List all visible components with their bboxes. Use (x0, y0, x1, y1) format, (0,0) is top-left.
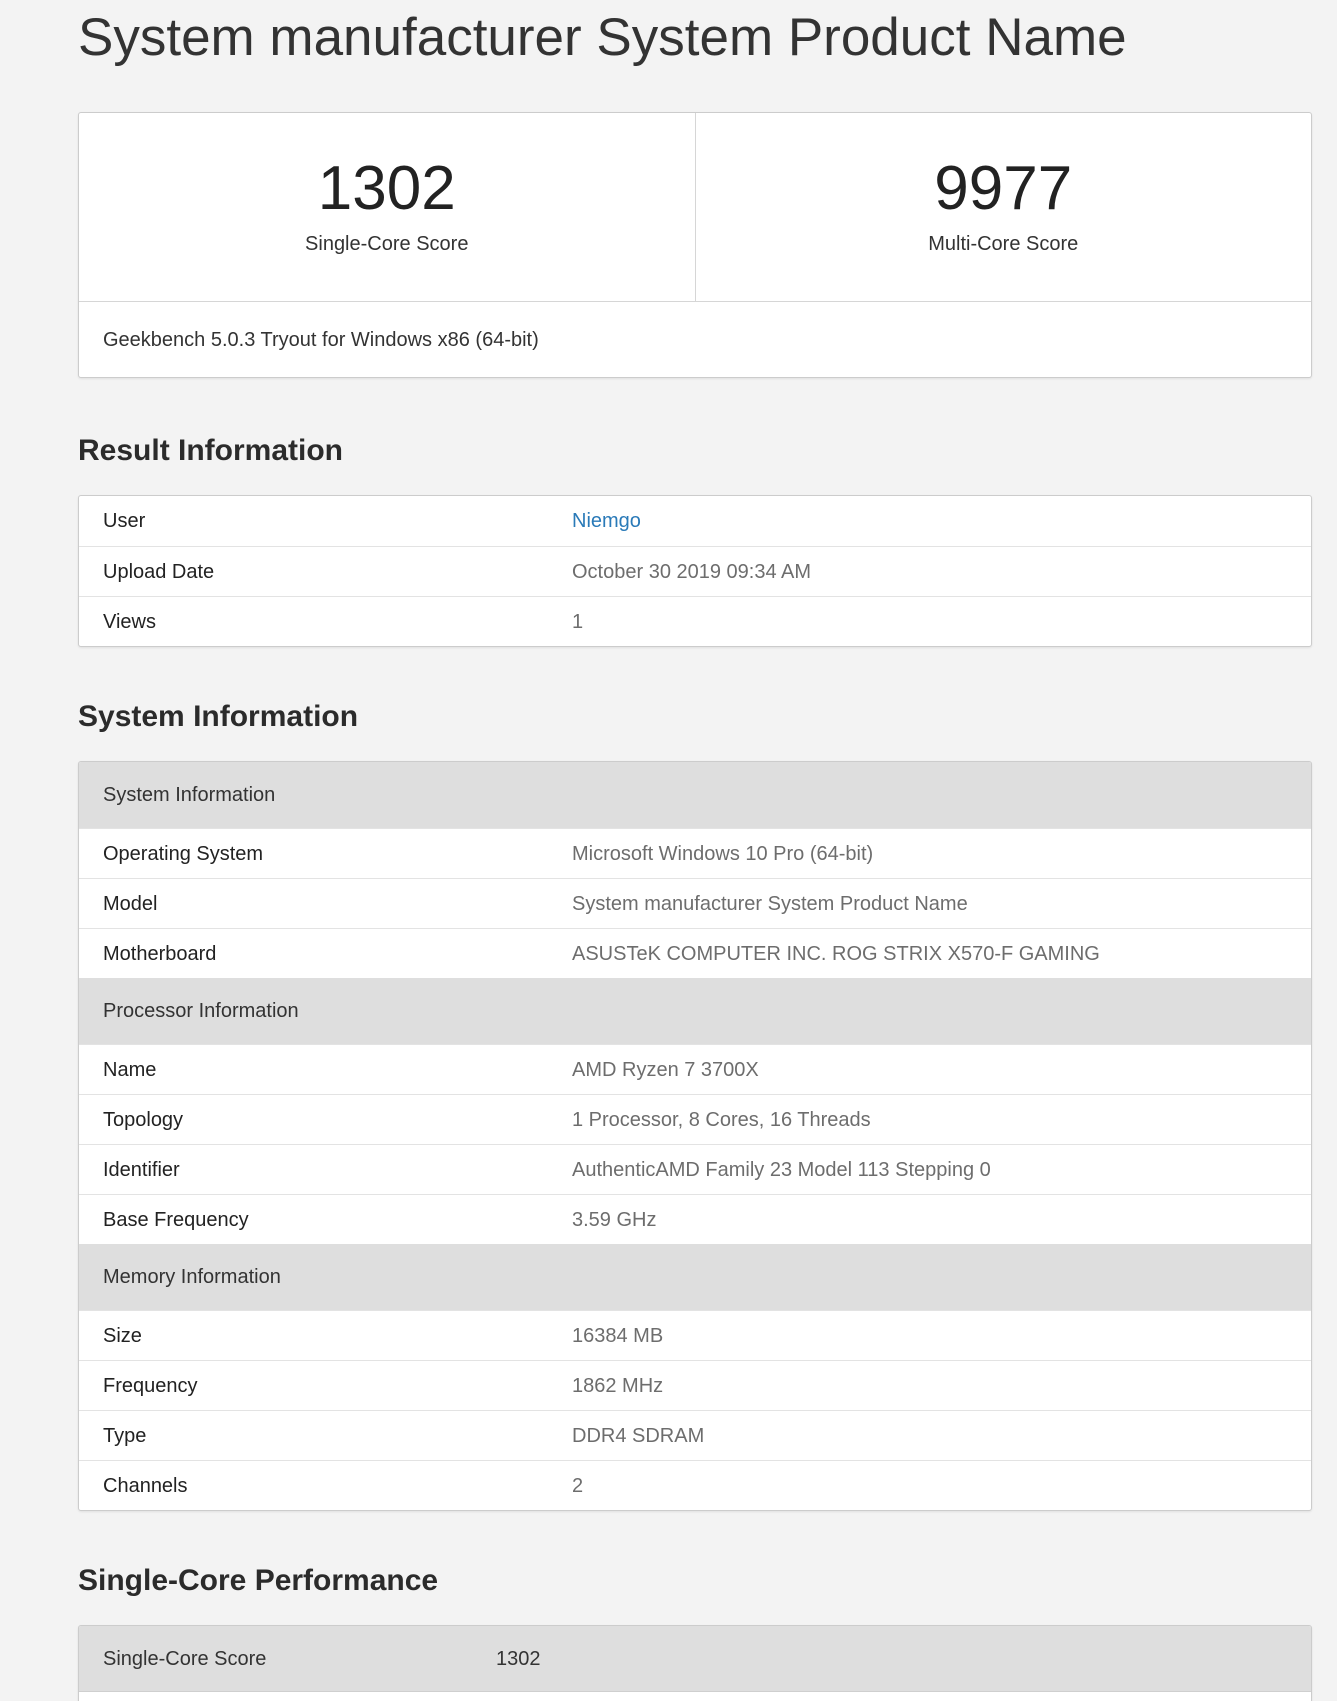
table-row: User Niemgo (79, 496, 1311, 546)
table-row: Base Frequency 3.59 GHz (79, 1194, 1311, 1244)
multi-core-score-cell: 9977 Multi-Core Score (694, 113, 1312, 301)
table-row: Operating System Microsoft Windows 10 Pr… (79, 828, 1311, 878)
row-value: ASUSTeK COMPUTER INC. ROG STRIX X570-F G… (572, 943, 1100, 965)
row-value: 1 Processor, 8 Cores, 16 Threads (572, 1109, 871, 1131)
row-key: User (103, 510, 146, 532)
row-key: Frequency (103, 1375, 198, 1397)
system-information-heading: System Information (78, 700, 359, 733)
row-key: Upload Date (103, 561, 215, 583)
table-row: Views 1 (79, 596, 1311, 646)
row-value: October 30 2019 09:34 AM (572, 561, 812, 583)
single-core-score-label: Single-Core Score (305, 233, 469, 255)
table-row: Frequency 1862 MHz (79, 1360, 1311, 1410)
row-key: Model (103, 893, 158, 915)
row-value: 1 (572, 611, 584, 633)
score-row: 1302 Single-Core Score 9977 Multi-Core S… (79, 113, 1311, 302)
table-row: Motherboard ASUSTeK COMPUTER INC. ROG ST… (79, 928, 1311, 978)
row-key: Type (103, 1425, 147, 1447)
single-core-score-row: Single-Core Score 1302 (79, 1626, 1311, 1692)
row-key: Operating System (103, 843, 264, 865)
single-core-performance-table: Single-Core Score 1302 (78, 1625, 1312, 1701)
row-key: Motherboard (103, 943, 217, 965)
row-value: AuthenticAMD Family 23 Model 113 Steppin… (572, 1159, 991, 1181)
table-row: Model System manufacturer System Product… (79, 878, 1311, 928)
group-header-system: System Information (79, 762, 1311, 828)
multi-core-score-label: Multi-Core Score (928, 233, 1079, 255)
row-value: System manufacturer System Product Name (572, 893, 968, 915)
table-row: Name AMD Ryzen 7 3700X (79, 1044, 1311, 1094)
row-key: Topology (103, 1109, 184, 1131)
group-header-memory: Memory Information (79, 1244, 1311, 1310)
table-row: Topology 1 Processor, 8 Cores, 16 Thread… (79, 1094, 1311, 1144)
row-key: Views (103, 611, 156, 633)
single-core-performance-heading: Single-Core Performance (78, 1564, 439, 1597)
table-row: Upload Date October 30 2019 09:34 AM (79, 546, 1311, 596)
row-value: 1862 MHz (572, 1375, 664, 1397)
row-value: DDR4 SDRAM (572, 1425, 705, 1447)
row-key: Identifier (103, 1159, 180, 1181)
user-link[interactable]: Niemgo (572, 496, 1311, 546)
table-row: Channels 2 (79, 1460, 1311, 1510)
page-title: System manufacturer System Product Name (78, 8, 1127, 67)
system-information-table: System Information Operating System Micr… (78, 761, 1312, 1511)
benchmark-version: Geekbench 5.0.3 Tryout for Windows x86 (… (103, 329, 539, 351)
table-row: Size 16384 MB (79, 1310, 1311, 1360)
row-key: Channels (103, 1475, 188, 1497)
score-card: 1302 Single-Core Score 9977 Multi-Core S… (78, 112, 1312, 378)
page: System manufacturer System Product Name … (0, 0, 1337, 1701)
row-value: 3.59 GHz (572, 1209, 657, 1231)
single-core-score-cell: 1302 Single-Core Score (79, 113, 695, 301)
multi-core-score-value: 9977 (934, 154, 1073, 223)
row-value: 16384 MB (572, 1325, 664, 1347)
single-core-score-value-row: 1302 (496, 1648, 541, 1670)
result-information-table: User Niemgo Upload Date October 30 2019 … (78, 495, 1312, 647)
table-row: Identifier AuthenticAMD Family 23 Model … (79, 1144, 1311, 1194)
row-key: Size (103, 1325, 142, 1347)
row-value: AMD Ryzen 7 3700X (572, 1059, 759, 1081)
row-key: Name (103, 1059, 157, 1081)
group-header-processor: Processor Information (79, 978, 1311, 1044)
single-core-score-key: Single-Core Score (103, 1648, 267, 1670)
row-value: 2 (572, 1475, 584, 1497)
single-core-score-value: 1302 (317, 154, 456, 223)
row-value: Microsoft Windows 10 Pro (64-bit) (572, 843, 874, 865)
table-row: Type DDR4 SDRAM (79, 1410, 1311, 1460)
row-key: Base Frequency (103, 1209, 249, 1231)
result-information-heading: Result Information (78, 434, 344, 467)
main-content: System manufacturer System Product Name … (78, 0, 1314, 1701)
